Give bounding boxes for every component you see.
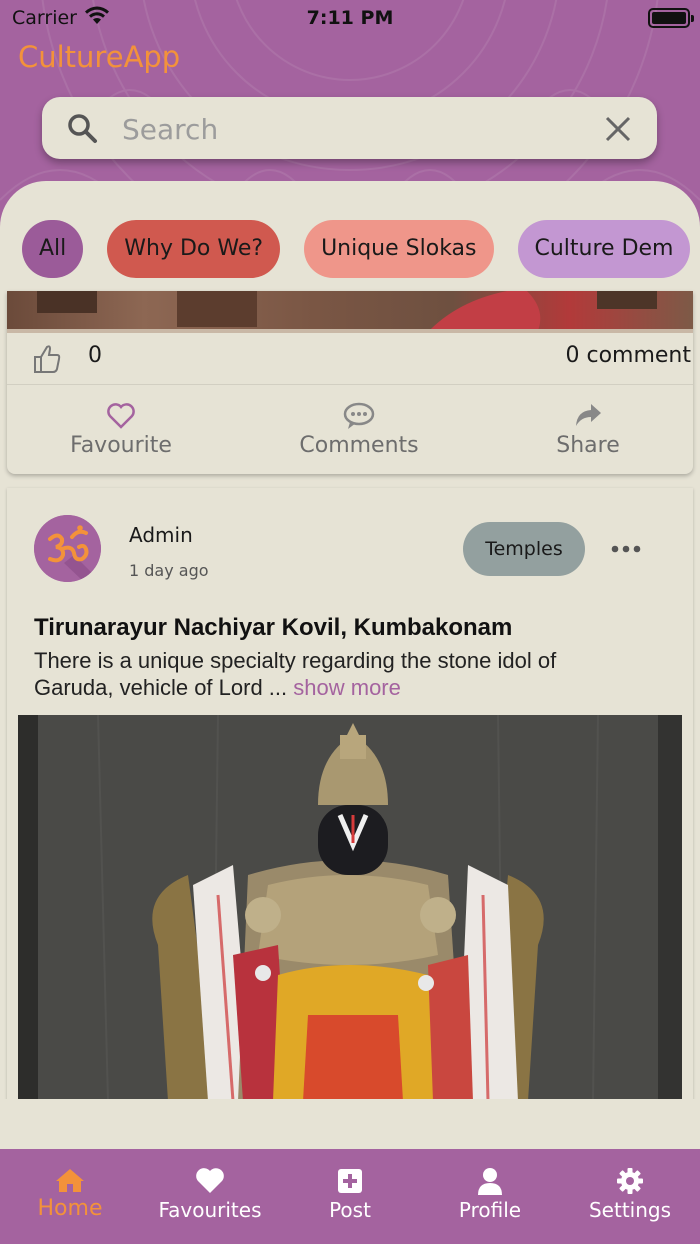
tab-settings-label: Settings — [588, 1198, 672, 1222]
show-more-link[interactable]: show more — [293, 675, 401, 700]
favourite-label: Favourite — [70, 433, 172, 458]
tab-favourites[interactable]: Favourites — [140, 1167, 280, 1222]
tab-bar: Home Favourites Post Profile Settings — [0, 1149, 700, 1244]
like-count: 0 — [88, 343, 102, 368]
status-bar: Carrier 7:11 PM — [0, 0, 700, 36]
chip-why-do-we[interactable]: Why Do We? — [107, 220, 281, 278]
avatar[interactable] — [34, 515, 101, 582]
close-icon[interactable] — [605, 116, 631, 142]
tab-favourites-label: Favourites — [158, 1198, 262, 1222]
share-button[interactable]: Share — [488, 401, 688, 458]
content-panel: All Why Do We? Unique Slokas Culture Dem 0 … — [0, 181, 700, 1149]
comments-label: Comments — [299, 433, 419, 458]
search-bar[interactable] — [42, 97, 657, 159]
chip-unique-slokas[interactable]: Unique Slokas — [304, 220, 494, 278]
share-icon — [576, 404, 601, 426]
clock: 7:11 PM — [306, 7, 394, 29]
category-badge[interactable]: Temples — [463, 522, 585, 576]
favourite-button[interactable]: Favourite — [21, 401, 221, 458]
heart-icon — [196, 1168, 224, 1193]
post-card: Admin 1 day ago Temples Tirunarayur Nach… — [7, 488, 693, 1128]
chip-culture-dem[interactable]: Culture Dem — [517, 220, 690, 278]
tab-profile[interactable]: Profile — [420, 1167, 560, 1222]
post-timestamp: 1 day ago — [129, 561, 209, 580]
tab-home-label: Home — [37, 1196, 103, 1221]
more-options-icon[interactable] — [611, 545, 641, 553]
chip-all[interactable]: All — [22, 220, 84, 278]
gear-icon — [617, 1168, 643, 1194]
share-label: Share — [556, 433, 620, 458]
post-image[interactable] — [18, 715, 682, 1101]
comments-button[interactable]: Comments — [259, 401, 459, 458]
heart-icon — [107, 403, 135, 429]
post-excerpt: There is a unique specialty regarding th… — [34, 647, 594, 701]
deity-photo — [18, 715, 682, 1101]
app-title: CultureApp — [18, 40, 181, 74]
search-icon — [68, 114, 97, 143]
om-icon — [34, 515, 101, 582]
tab-post[interactable]: Post — [280, 1167, 420, 1222]
category-chips: All Why Do We? Unique Slokas Culture Dem — [22, 220, 690, 278]
divider — [7, 384, 693, 385]
tab-settings[interactable]: Settings — [560, 1167, 700, 1222]
home-icon — [56, 1169, 84, 1192]
feed-bottom-spacer — [0, 1099, 700, 1149]
search-input[interactable] — [122, 109, 582, 149]
add-post-icon — [338, 1169, 362, 1193]
tab-profile-label: Profile — [458, 1198, 522, 1222]
tab-home[interactable]: Home — [0, 1167, 140, 1221]
battery-icon — [648, 8, 694, 28]
user-icon — [478, 1168, 502, 1195]
previous-post-image — [7, 291, 693, 333]
comment-icon — [343, 402, 375, 429]
previous-post-card: 0 0 comment Favourite Comments Share — [7, 291, 693, 474]
author-name: Admin — [129, 523, 193, 547]
thumbs-up-icon[interactable] — [33, 344, 61, 374]
post-title: Tirunarayur Nachiyar Kovil, Kumbakonam — [34, 614, 513, 641]
tab-post-label: Post — [329, 1198, 371, 1222]
comment-count: 0 comment — [565, 343, 691, 368]
